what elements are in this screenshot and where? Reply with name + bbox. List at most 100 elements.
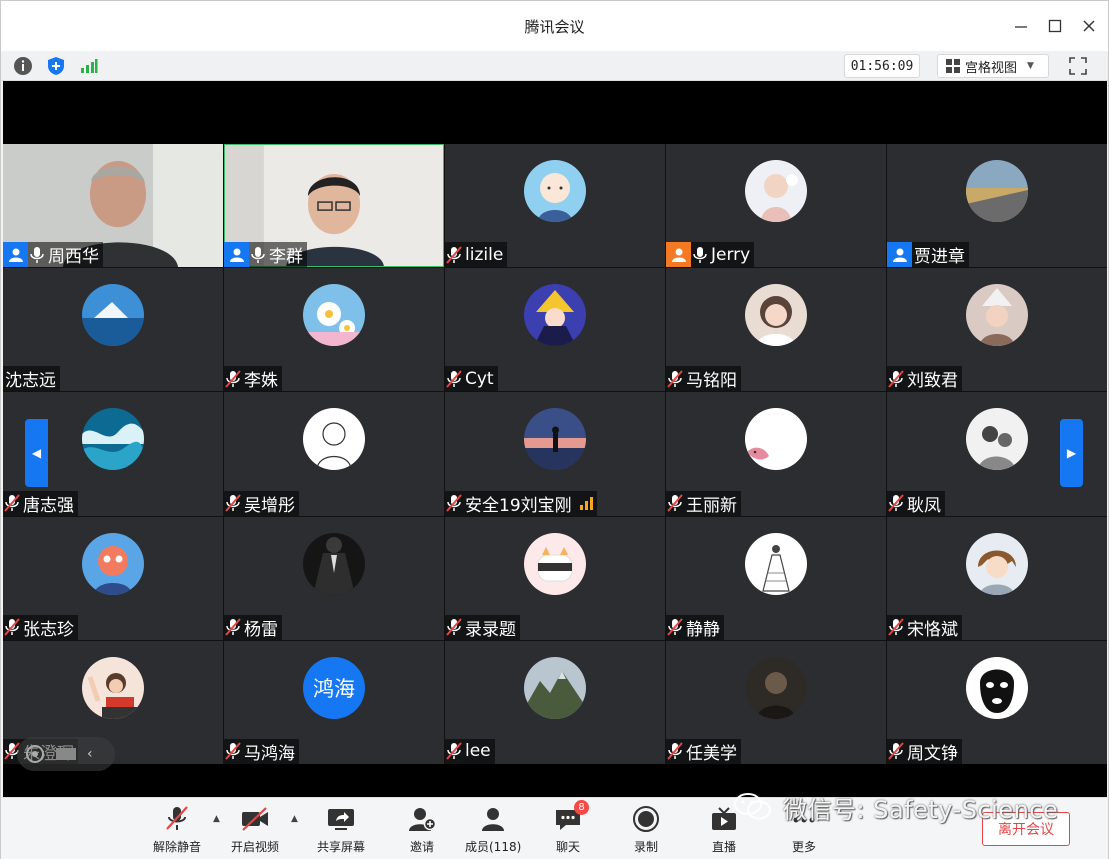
signal-bars-icon (81, 59, 98, 73)
participant-tile[interactable]: 刘致君 (887, 268, 1107, 392)
more-icon (793, 817, 815, 823)
next-page-button[interactable]: ▶ (1060, 419, 1083, 487)
participant-tile[interactable]: 任美学 (666, 640, 886, 764)
start-video-label: 开启视频 (231, 840, 280, 854)
members-button[interactable]: 成员(118) (465, 804, 521, 855)
participant-name: 马铭阳 (686, 371, 737, 392)
chevron-left-icon: ‹ (87, 746, 93, 762)
participant-tile[interactable]: 杨雷 (224, 516, 444, 640)
participant-tile[interactable]: 李群 (224, 144, 444, 268)
info-button[interactable] (12, 55, 34, 77)
mic-muted-icon (3, 616, 21, 638)
video-options-caret[interactable]: ▲ (291, 814, 298, 824)
live-button[interactable]: 直播 (709, 804, 739, 855)
participant-name: 贾进章 (914, 247, 965, 268)
participant-nameplate: lee (445, 738, 495, 764)
masked-face-avatar (966, 656, 1028, 719)
fullscreen-icon (1069, 57, 1087, 75)
record-icon (633, 806, 659, 832)
participant-name: 周西华 (48, 247, 99, 268)
landscape-photo-avatar (966, 160, 1028, 222)
participant-nameplate: Jerry (666, 242, 755, 268)
participant-tile[interactable]: 吴增彤 (224, 392, 444, 516)
network-status-button[interactable] (78, 55, 100, 77)
couple-sketch-avatar (966, 408, 1028, 471)
participant-tile[interactable]: 录录题 (445, 516, 665, 640)
participant-tile[interactable]: 鸿海 马鸿海 (224, 640, 444, 764)
chevron-right-icon: ▶ (1066, 446, 1077, 460)
sunset-silhouette-avatar (524, 408, 586, 471)
participant-tile[interactable]: Cyt (445, 268, 665, 392)
audio-options-caret[interactable]: ▲ (213, 814, 220, 824)
video-off-icon (242, 807, 268, 831)
participant-tile[interactable]: 马铭阳 (666, 268, 886, 392)
participant-tile[interactable]: 贾进章 (887, 144, 1107, 268)
participant-nameplate: 安全19刘宝刚 (445, 490, 597, 516)
more-button[interactable]: 更多 (789, 804, 819, 855)
participant-tile[interactable]: lee (445, 640, 665, 764)
participant-tile[interactable]: 周文铮 (887, 640, 1107, 764)
minimize-button[interactable] (1004, 1, 1038, 51)
mic-muted-icon (445, 492, 463, 514)
mic-muted-icon (445, 244, 463, 266)
live-stream-icon (712, 807, 736, 830)
mic-muted-icon (887, 616, 905, 638)
participant-name: Jerry (711, 244, 751, 265)
fullscreen-button[interactable] (1067, 55, 1089, 77)
participant-name: 吴增彤 (244, 495, 295, 516)
participant-tile[interactable]: 周西华 (3, 144, 223, 268)
participant-name: 李群 (269, 247, 303, 268)
avatar: 鸿海 (303, 656, 365, 719)
floating-controls[interactable]: ‹ (17, 737, 115, 771)
host-badge-icon (666, 242, 691, 268)
participant-tile[interactable]: 静静 (666, 516, 886, 640)
pink-bird-avatar (745, 408, 807, 471)
participant-tile[interactable]: 宋恪斌 (887, 516, 1107, 640)
chat-unread-badge: 8 (574, 800, 589, 815)
participant-tile[interactable]: Jerry (666, 144, 886, 268)
participant-nameplate: 周文铮 (887, 738, 962, 764)
chat-button[interactable]: 8 聊天 (553, 800, 589, 855)
record-label: 录制 (633, 840, 658, 854)
participant-name: lee (465, 741, 491, 762)
share-screen-button[interactable]: 共享屏幕 (317, 804, 365, 855)
participant-nameplate: 马鸿海 (224, 738, 299, 764)
view-mode-dropdown[interactable]: 宫格视图 ▼ (937, 54, 1049, 78)
ocean-wave-avatar (82, 408, 144, 471)
mic-muted-icon (666, 616, 684, 638)
mic-muted-icon (445, 616, 463, 638)
unmute-label: 解除静音 (153, 840, 202, 854)
start-video-button[interactable]: 开启视频 (231, 804, 279, 855)
participant-tile[interactable]: 李姝 (224, 268, 444, 392)
participant-tile[interactable]: 张志珍 (3, 516, 223, 640)
host-badge-icon (3, 242, 28, 268)
suit-man-avatar (303, 532, 365, 595)
live-label: 直播 (711, 840, 736, 854)
participant-tile[interactable]: 沈志远 (3, 268, 223, 392)
maximize-button[interactable] (1038, 1, 1072, 51)
leave-meeting-button[interactable]: 离开会议 (982, 812, 1070, 846)
participant-name: 沈志远 (5, 371, 56, 392)
invite-button[interactable]: 邀请 (407, 804, 437, 855)
invite-user-icon (409, 808, 436, 831)
video-stage: 周西华 李群 lizile Jerry 贾进章 沈志远 李姝 Cyt 马铭阳 刘致君 唐志强 吴增彤 安… (3, 81, 1107, 797)
previous-page-button[interactable]: ◀ (25, 419, 48, 487)
participant-name: lizile (465, 244, 504, 265)
participant-nameplate: Cyt (445, 366, 498, 392)
participant-name: 张志珍 (23, 619, 74, 640)
participant-tile[interactable]: lizile (445, 144, 665, 268)
close-button[interactable] (1072, 1, 1106, 51)
close-icon (1083, 20, 1095, 32)
mic-icon (249, 244, 267, 266)
security-button[interactable] (45, 55, 67, 77)
mic-icon (691, 244, 709, 266)
unmute-button[interactable]: 解除静音 (153, 804, 201, 855)
participant-tile[interactable]: 安全19刘宝刚 (445, 392, 665, 516)
members-label: 成员(118) (465, 840, 522, 854)
title-bar: 腾讯会议 (1, 1, 1108, 51)
dress-sketch-avatar (745, 532, 807, 595)
daisy-flower-avatar (303, 284, 365, 347)
record-button[interactable]: 录制 (631, 804, 661, 855)
participant-nameplate: 王丽新 (666, 490, 741, 516)
participant-tile[interactable]: 王丽新 (666, 392, 886, 516)
